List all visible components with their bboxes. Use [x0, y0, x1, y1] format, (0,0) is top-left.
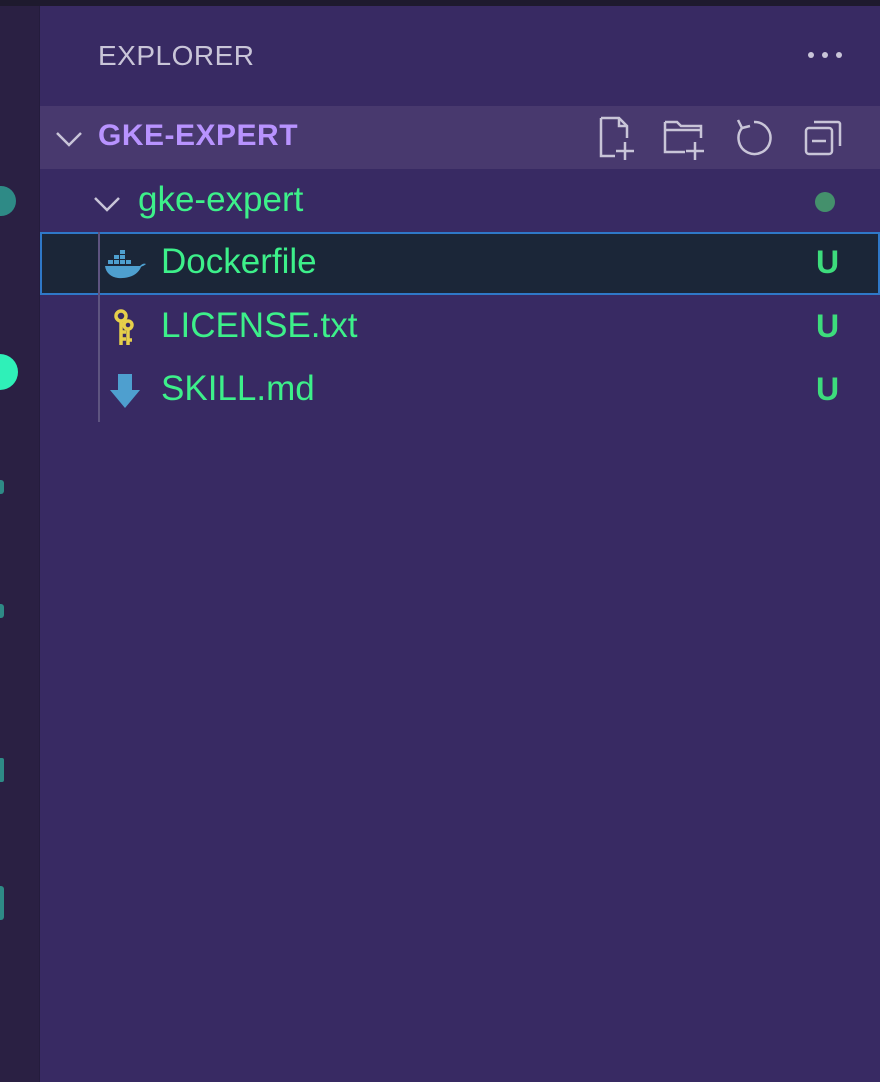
explorer-title: EXPLORER — [98, 40, 255, 71]
git-status-untracked: U — [816, 308, 840, 344]
git-status-untracked: U — [816, 371, 840, 407]
testing-icon[interactable] — [0, 758, 4, 782]
file-name: SKILL.md — [161, 369, 315, 408]
file-row-dockerfile[interactable]: Dockerfile U — [40, 232, 880, 295]
chevron-down-icon — [56, 132, 82, 147]
new-folder-icon[interactable] — [661, 114, 709, 162]
git-status-untracked: U — [816, 244, 840, 280]
workspace-name: GKE-EXPERT — [98, 119, 299, 152]
file-row-license[interactable]: LICENSE.txt U — [40, 296, 880, 359]
refresh-icon[interactable] — [730, 114, 778, 162]
docker-icon — [105, 250, 146, 279]
activity-bar — [0, 6, 40, 1082]
modified-dot-icon — [815, 192, 835, 212]
download-arrow-icon — [110, 374, 140, 408]
collapse-all-icon[interactable] — [800, 114, 848, 162]
new-file-icon[interactable] — [593, 114, 641, 162]
file-name: Dockerfile — [161, 242, 317, 281]
explorer-header: EXPLORER — [40, 6, 880, 106]
remote-explorer-icon[interactable] — [0, 886, 4, 920]
run-debug-icon[interactable] — [0, 480, 4, 494]
account-icon[interactable] — [0, 186, 16, 216]
file-row-skill-md[interactable]: SKILL.md U — [40, 359, 880, 422]
keys-icon — [114, 309, 134, 345]
indent-guide — [98, 232, 100, 422]
workspace-section-header[interactable]: GKE-EXPERT — [40, 106, 880, 169]
file-name: LICENSE.txt — [161, 306, 358, 345]
extensions-icon[interactable] — [0, 604, 4, 618]
ellipsis-icon[interactable] — [808, 50, 844, 60]
folder-row-gke-expert[interactable]: gke-expert — [40, 169, 880, 232]
folder-name: gke-expert — [138, 180, 304, 219]
chevron-down-icon — [94, 197, 120, 212]
source-control-badge-icon[interactable] — [0, 354, 18, 390]
explorer-sidebar: EXPLORER GKE-EXPERT gke-expert Dockerfil… — [40, 6, 880, 1082]
